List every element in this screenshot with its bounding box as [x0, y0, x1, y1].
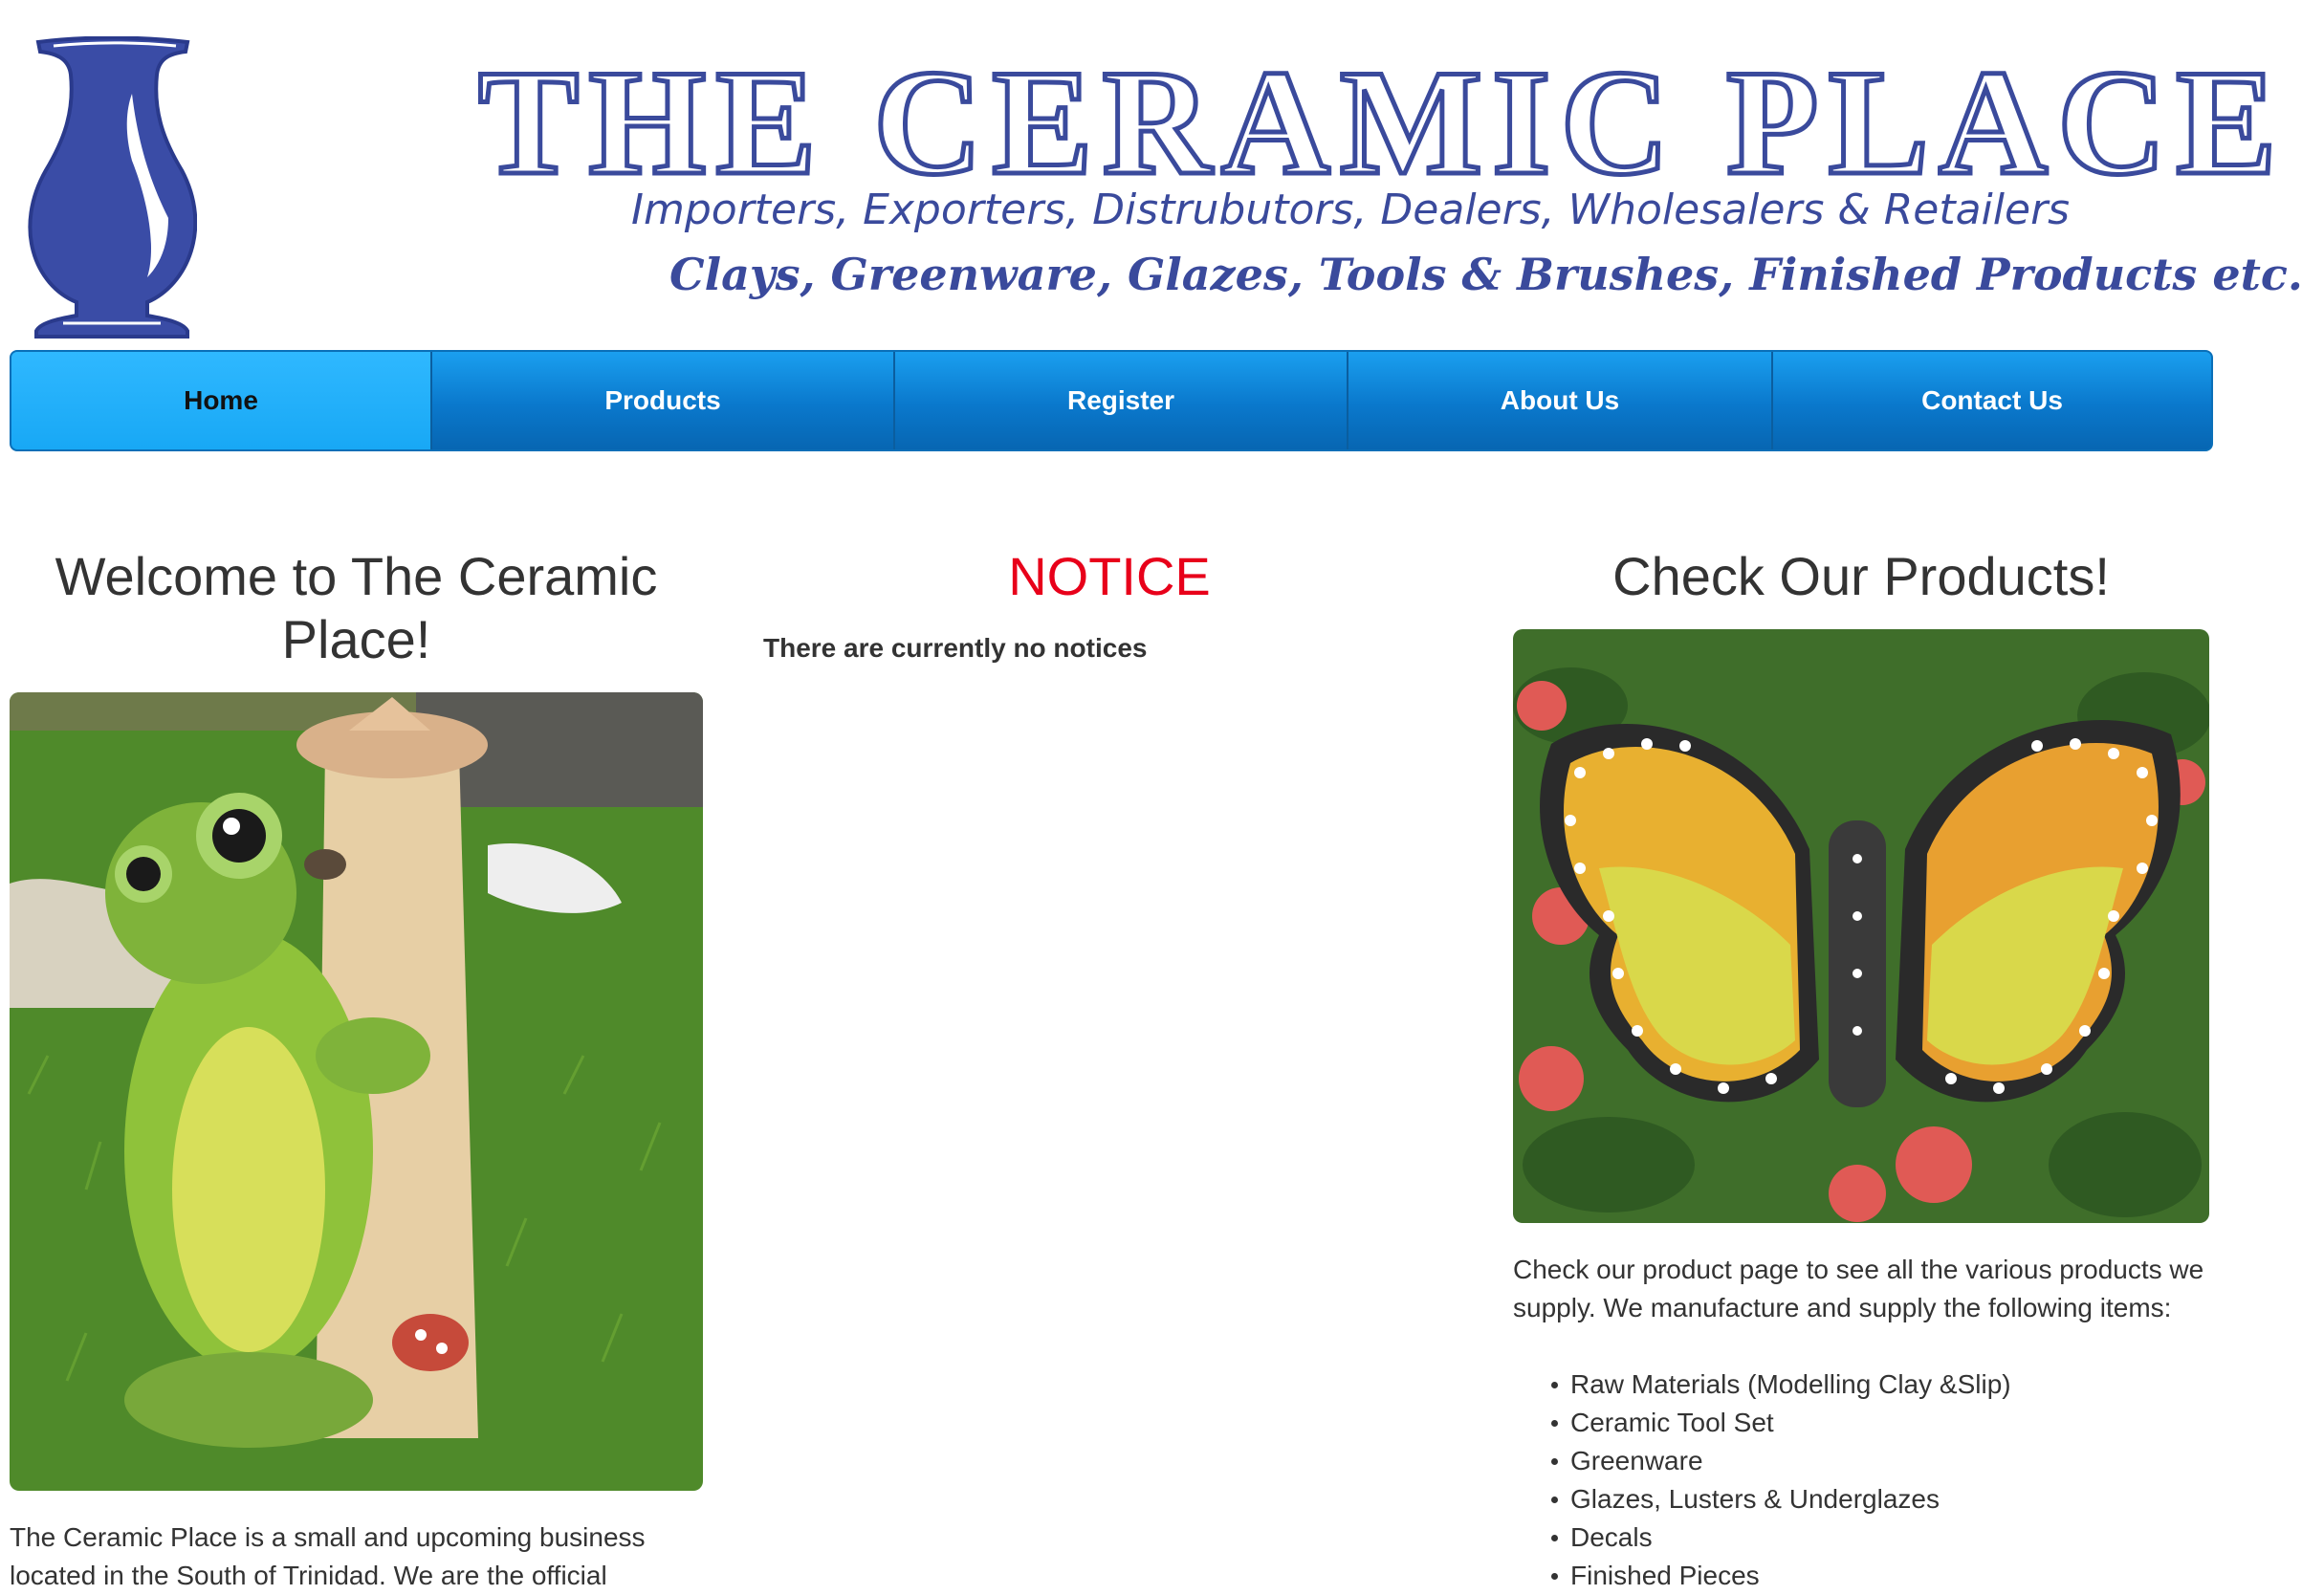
site-tagline: Importers, Exporters, Distrubutors, Deal…: [631, 186, 2071, 234]
products-heading: Check Our Products!: [1612, 546, 2110, 606]
products-butterfly-photo[interactable]: [1513, 629, 2209, 1223]
welcome-frog-photo: [10, 692, 703, 1491]
notice-heading: NOTICE: [1008, 546, 1211, 606]
list-item: Glazes, Lusters & Underglazes: [1551, 1480, 2264, 1519]
site-title: THE CERAMIC PLACE: [476, 39, 2287, 207]
list-item: Greenware: [1551, 1442, 2264, 1480]
welcome-description: The Ceramic Place is a small and upcomin…: [10, 1522, 646, 1590]
header-banner: THE CERAMIC PLACE Importers, Exporters, …: [0, 0, 2324, 340]
nav-about-us[interactable]: About Us: [1348, 352, 1773, 449]
nav-products[interactable]: Products: [432, 352, 895, 449]
list-item: Decals: [1551, 1519, 2264, 1557]
list-item: Ceramic Tool Set: [1551, 1404, 2264, 1442]
list-item: Finished Pieces: [1551, 1557, 2264, 1595]
welcome-heading: Welcome to The Ceramic Place!: [55, 546, 658, 669]
main-nav: Home Products Register About Us Contact …: [10, 350, 2213, 451]
products-description: Check our product page to see all the va…: [1513, 1255, 2204, 1322]
site-subtagline: Clays, Greenware, Glazes, Tools & Brushe…: [669, 249, 2303, 300]
nav-contact-us[interactable]: Contact Us: [1773, 352, 2211, 449]
nav-home[interactable]: Home: [11, 352, 432, 449]
vase-icon: [28, 36, 197, 339]
notice-message: There are currently no notices: [763, 633, 1148, 663]
nav-register[interactable]: Register: [895, 352, 1348, 449]
list-item: Raw Materials (Modelling Clay &Slip): [1551, 1366, 2264, 1404]
product-list: Raw Materials (Modelling Clay &Slip) Cer…: [1513, 1366, 2264, 1595]
